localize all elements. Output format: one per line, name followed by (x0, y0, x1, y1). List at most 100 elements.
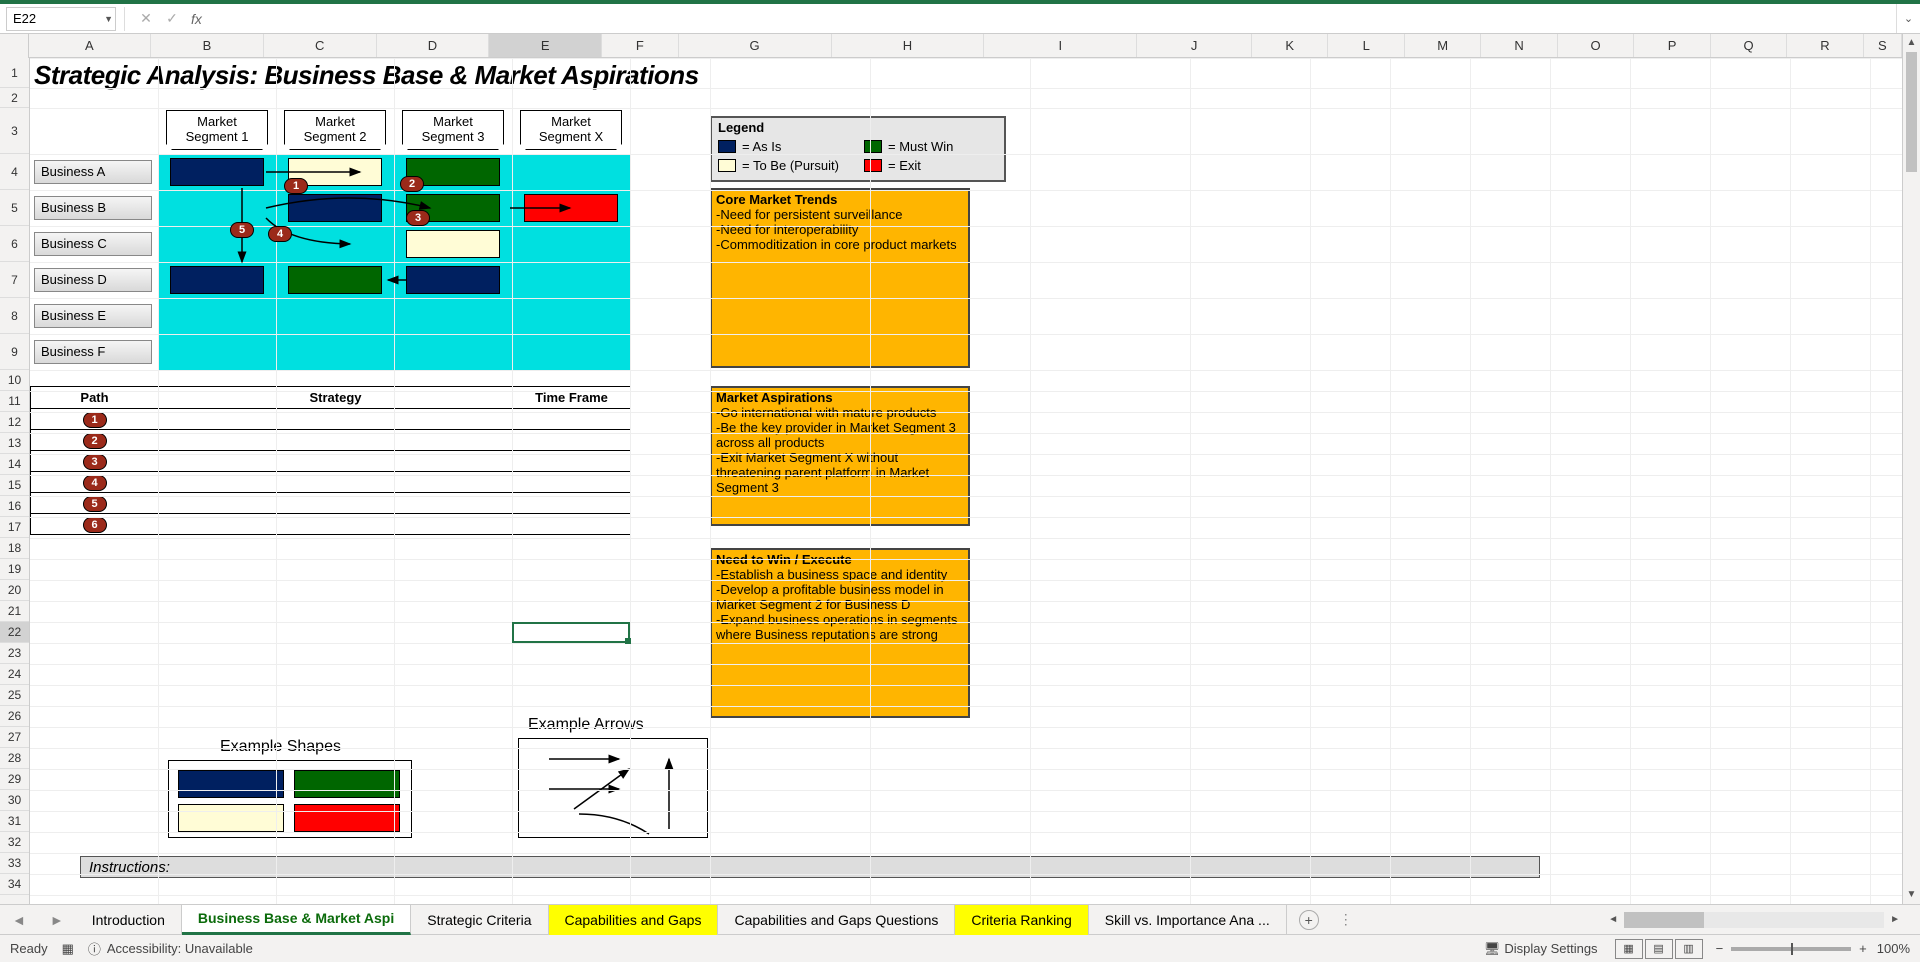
row-header-21[interactable]: 21 (0, 601, 29, 622)
legend-swatch-tobe (718, 159, 736, 172)
sheet-tab-capabilities-and-gaps-questions[interactable]: Capabilities and Gaps Questions (718, 905, 955, 935)
scroll-down-icon[interactable]: ▼ (1903, 886, 1920, 904)
row-header-8[interactable]: 8 (0, 298, 29, 334)
grid-area[interactable]: Strategic Analysis: Business Base & Mark… (30, 58, 1902, 904)
column-header-B[interactable]: B (151, 34, 264, 57)
zoom-out-button[interactable]: − (1716, 941, 1724, 956)
zoom-level[interactable]: 100% (1877, 941, 1910, 956)
display-settings-icon[interactable]: 🖥 (1484, 941, 1501, 957)
row-header-17[interactable]: 17 (0, 517, 29, 538)
sheet-tab-criteria-ranking[interactable]: Criteria Ranking (955, 905, 1088, 935)
row-header-26[interactable]: 26 (0, 706, 29, 727)
row-header-27[interactable]: 27 (0, 727, 29, 748)
name-box[interactable]: E22 ▼ (6, 7, 116, 31)
selected-cell[interactable] (512, 622, 630, 643)
row-header-1[interactable]: 1 (0, 58, 29, 88)
row-header-28[interactable]: 28 (0, 748, 29, 769)
row-header-12[interactable]: 12 (0, 412, 29, 433)
sheet-tab-strategic-criteria[interactable]: Strategic Criteria (411, 905, 548, 935)
column-header-S[interactable]: S (1864, 34, 1902, 57)
business-button-business-f[interactable]: Business F (34, 340, 152, 364)
tab-nav-prev-icon[interactable]: ◄ (0, 912, 38, 928)
sheet-tab-capabilities-and-gaps[interactable]: Capabilities and Gaps (549, 905, 719, 935)
row-header-7[interactable]: 7 (0, 262, 29, 298)
row-header-6[interactable]: 6 (0, 226, 29, 262)
business-button-business-a[interactable]: Business A (34, 160, 152, 184)
column-header-N[interactable]: N (1481, 34, 1557, 57)
row-header-30[interactable]: 30 (0, 790, 29, 811)
scroll-up-icon[interactable]: ▲ (1903, 34, 1920, 52)
zoom-in-button[interactable]: + (1859, 941, 1867, 956)
column-header-I[interactable]: I (984, 34, 1137, 57)
row-header-19[interactable]: 19 (0, 559, 29, 580)
row-header-11[interactable]: 11 (0, 391, 29, 412)
hscroll-right-icon[interactable]: ► (1890, 914, 1900, 925)
column-header-R[interactable]: R (1787, 34, 1863, 57)
column-header-F[interactable]: F (602, 34, 678, 57)
column-header-H[interactable]: H (832, 34, 985, 57)
row-header-4[interactable]: 4 (0, 154, 29, 190)
select-all-corner[interactable] (0, 34, 29, 58)
page-break-view-button[interactable]: ▥ (1675, 939, 1703, 959)
row-header-2[interactable]: 2 (0, 88, 29, 108)
row-header-33[interactable]: 33 (0, 853, 29, 874)
row-header-25[interactable]: 25 (0, 685, 29, 706)
column-header-K[interactable]: K (1252, 34, 1328, 57)
row-header-16[interactable]: 16 (0, 496, 29, 517)
row-header-22[interactable]: 22 (0, 622, 29, 643)
zoom-slider[interactable] (1731, 947, 1851, 951)
row-header-31[interactable]: 31 (0, 811, 29, 832)
cancel-formula-icon[interactable]: ✕ (133, 10, 159, 27)
row-header-5[interactable]: 5 (0, 190, 29, 226)
sheet-tab-business-base-market-aspi[interactable]: Business Base & Market Aspi (182, 905, 411, 935)
column-header-O[interactable]: O (1558, 34, 1634, 57)
row-header-23[interactable]: 23 (0, 643, 29, 664)
sheet-tab-skill-vs-importance-ana-[interactable]: Skill vs. Importance Ana ... (1089, 905, 1287, 935)
scroll-thumb[interactable] (1906, 52, 1917, 172)
page-layout-view-button[interactable]: ▤ (1645, 939, 1673, 959)
row-header-18[interactable]: 18 (0, 538, 29, 559)
row-header-15[interactable]: 15 (0, 475, 29, 496)
business-button-business-d[interactable]: Business D (34, 268, 152, 292)
column-header-A[interactable]: A (29, 34, 151, 57)
row-header-10[interactable]: 10 (0, 370, 29, 391)
column-header-D[interactable]: D (377, 34, 490, 57)
vertical-scrollbar[interactable]: ▲ ▼ (1902, 34, 1920, 904)
business-button-business-c[interactable]: Business C (34, 232, 152, 256)
row-header-9[interactable]: 9 (0, 334, 29, 370)
column-header-G[interactable]: G (679, 34, 832, 57)
row-header-32[interactable]: 32 (0, 832, 29, 853)
business-button-business-b[interactable]: Business B (34, 196, 152, 220)
row-header-14[interactable]: 14 (0, 454, 29, 475)
row-header-20[interactable]: 20 (0, 580, 29, 601)
tab-nav-next-icon[interactable]: ► (38, 912, 76, 928)
sheet-tab-introduction[interactable]: Introduction (76, 905, 182, 935)
hscroll-left-icon[interactable]: ◄ (1608, 914, 1618, 925)
formula-bar: E22 ▼ ✕ ✓ fx ⌄ (0, 4, 1920, 34)
column-header-L[interactable]: L (1328, 34, 1404, 57)
column-header-J[interactable]: J (1137, 34, 1252, 57)
macro-record-icon[interactable]: ▦ (62, 941, 74, 957)
column-header-E[interactable]: E (489, 34, 602, 57)
column-header-Q[interactable]: Q (1711, 34, 1787, 57)
row-header-24[interactable]: 24 (0, 664, 29, 685)
horizontal-scrollbar[interactable] (1624, 912, 1884, 928)
business-button-business-e[interactable]: Business E (34, 304, 152, 328)
display-settings-label[interactable]: Display Settings (1504, 941, 1597, 956)
accessibility-icon[interactable]: ⓘ (88, 939, 101, 958)
row-header-34[interactable]: 34 (0, 874, 29, 895)
name-box-dropdown-icon[interactable]: ▼ (104, 14, 113, 24)
formula-input[interactable] (208, 7, 1896, 31)
fx-icon[interactable]: fx (191, 11, 202, 27)
add-sheet-button[interactable]: + (1299, 910, 1319, 930)
path-badge: 2 (83, 433, 107, 449)
enter-formula-icon[interactable]: ✓ (159, 10, 185, 27)
row-header-3[interactable]: 3 (0, 108, 29, 154)
column-header-C[interactable]: C (264, 34, 377, 57)
row-header-29[interactable]: 29 (0, 769, 29, 790)
column-header-M[interactable]: M (1405, 34, 1481, 57)
column-header-P[interactable]: P (1634, 34, 1710, 57)
row-header-13[interactable]: 13 (0, 433, 29, 454)
normal-view-button[interactable]: ▦ (1615, 939, 1643, 959)
expand-formula-bar-icon[interactable]: ⌄ (1896, 4, 1920, 33)
